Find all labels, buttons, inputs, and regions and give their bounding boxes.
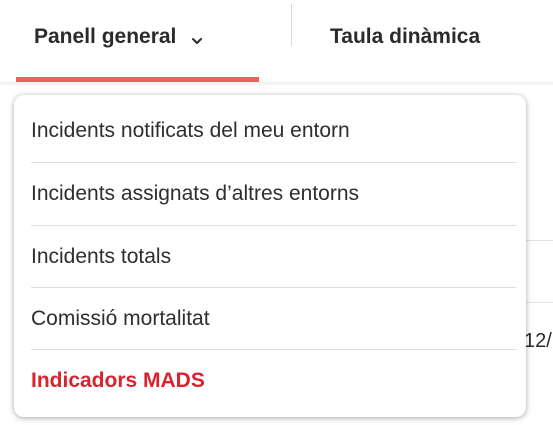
menu-item-label: Comissió mortalitat [31,306,210,330]
tab-taula-dinamica-label: Taula dinàmica [330,25,481,48]
menu-item-label: Incidents notificats del meu entorn [31,118,350,142]
menu-item-incidents-assignats[interactable]: Incidents assignats d’altres entorns [14,162,526,225]
menu-item-indicadors-mads[interactable]: Indicadors MADS [14,349,526,412]
tab-bar-shadow [0,82,553,86]
table-row-divider [522,240,553,241]
table-row-divider [522,302,553,303]
menu-item-incidents-totals[interactable]: Incidents totals [14,225,526,288]
menu-item-label: Incidents assignats d’altres entorns [31,181,360,205]
table-cell-partial: 12/ [524,330,552,352]
tab-panell-general-label: Panell general [34,25,177,48]
menu-item-comissio-mortalitat[interactable]: Comissió mortalitat [14,287,526,350]
tab-divider [291,4,292,46]
menu-item-incidents-notificats[interactable]: Incidents notificats del meu entorn [14,99,526,162]
app-screen: Panell general Taula dinàmica 12/ Incide… [0,0,553,425]
tab-taula-dinamica[interactable]: Taula dinàmica [330,0,480,78]
panell-general-dropdown-menu: Incidents notificats del meu entorn Inci… [14,95,526,417]
tab-panell-general[interactable]: Panell general [34,0,204,78]
menu-item-label: Indicadors MADS [31,368,205,392]
menu-item-label: Incidents totals [31,244,172,268]
chevron-down-icon [190,30,204,44]
tab-bar: Panell general Taula dinàmica [0,0,553,82]
